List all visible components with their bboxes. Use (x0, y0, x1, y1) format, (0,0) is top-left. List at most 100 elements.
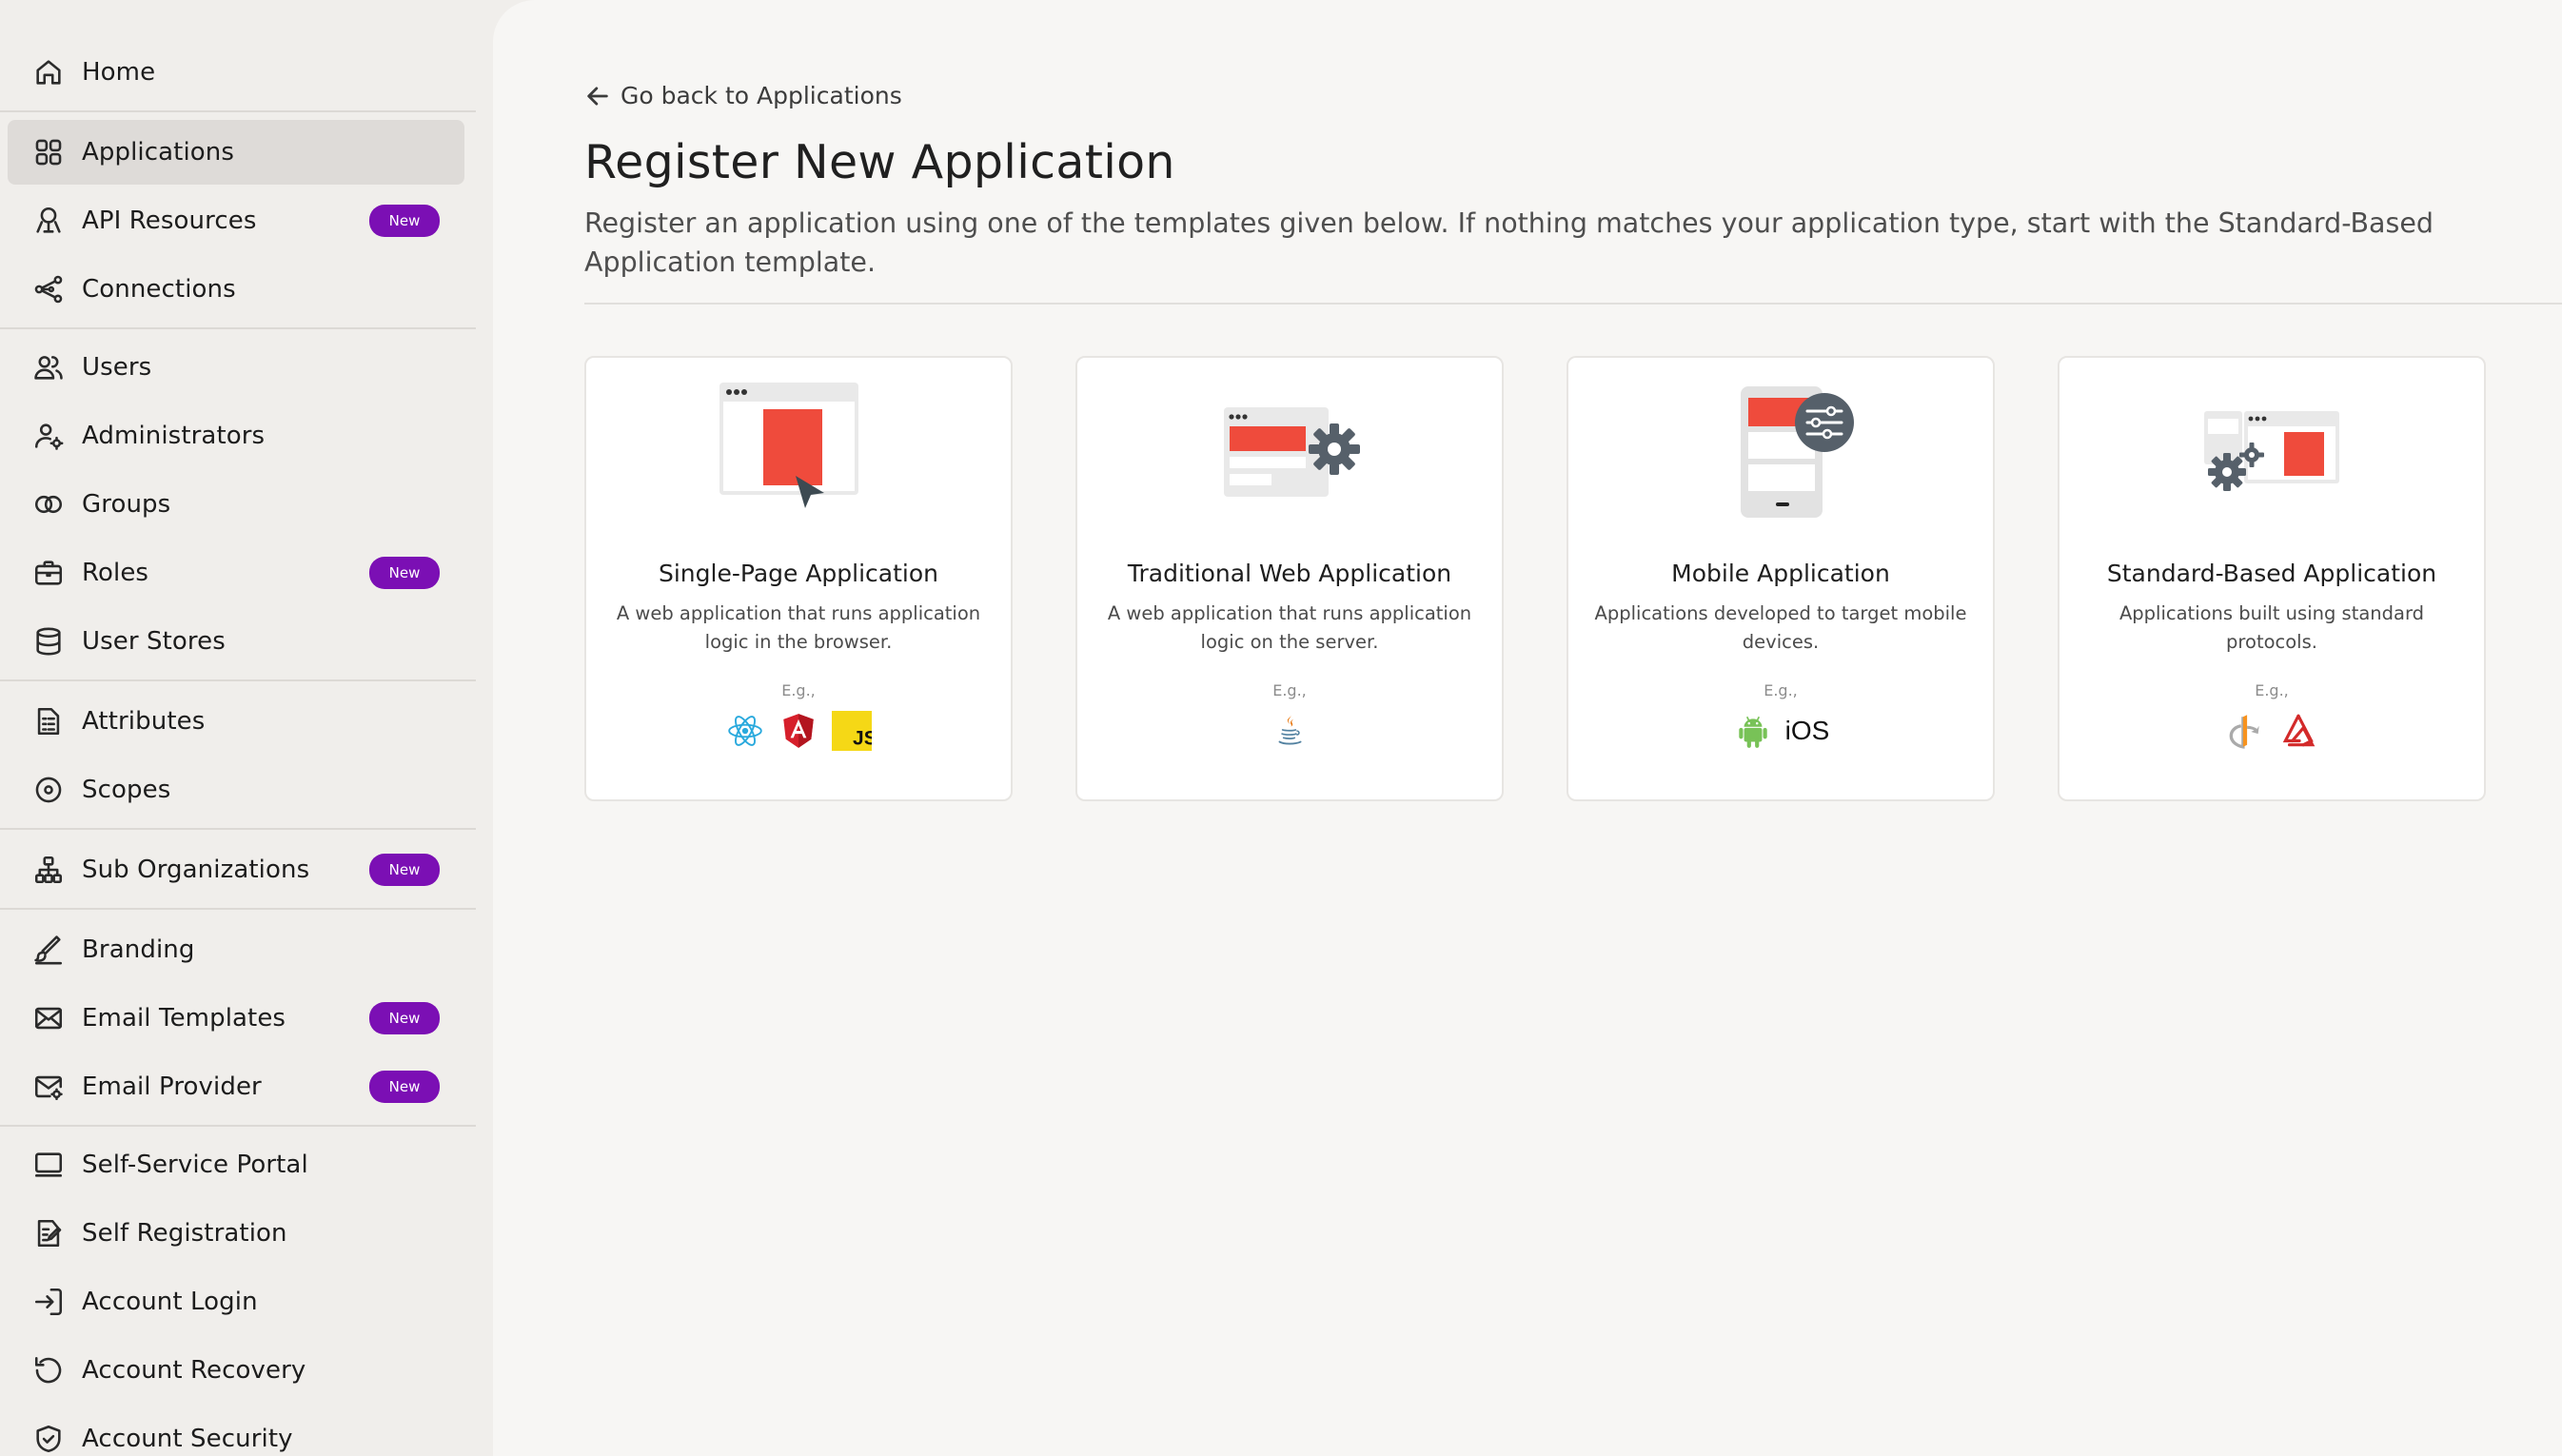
shield-icon (30, 1421, 67, 1456)
template-card-standard-based-application[interactable]: Standard-Based Application Applications … (2058, 356, 2486, 801)
sidebar-divider (0, 908, 476, 910)
page-title: Register New Application (584, 135, 1175, 189)
sidebar-item-label: Home (82, 58, 156, 87)
sidebar-item-home[interactable]: Home (8, 40, 464, 105)
sidebar-item-label: Account Recovery (82, 1356, 306, 1385)
email-templates-icon (30, 1000, 67, 1036)
new-badge: New (369, 205, 440, 237)
openid-icon (2224, 710, 2266, 752)
groups-icon (30, 486, 67, 522)
sidebar-divider (0, 828, 476, 830)
sidebar-item-users[interactable]: Users (8, 335, 464, 400)
sidebar-item-label: Groups (82, 490, 171, 519)
sidebar-item-self-registration[interactable]: Self Registration (8, 1201, 464, 1266)
branding-brush-icon (30, 932, 67, 968)
sidebar-item-label: Account Login (82, 1288, 258, 1316)
back-to-applications-link[interactable]: Go back to Applications (584, 82, 902, 109)
sidebar-divider (0, 327, 476, 329)
sidebar-item-account-login[interactable]: Account Login (8, 1269, 464, 1334)
template-card-single-page-application[interactable]: Single-Page Application A web applicatio… (584, 356, 1013, 801)
card-description: Applications built using standard protoc… (2119, 602, 2425, 653)
sidebar-item-label: Self Registration (82, 1219, 287, 1248)
sidebar-item-account-security[interactable]: Account Security (8, 1407, 464, 1456)
sidebar-item-applications[interactable]: Applications (8, 120, 464, 185)
login-icon (30, 1284, 67, 1320)
card-title: Single-Page Application (658, 560, 939, 587)
card-title: Mobile Application (1671, 560, 1890, 587)
home-icon (30, 54, 67, 90)
javascript-icon: JS (831, 710, 873, 752)
new-badge: New (369, 1071, 440, 1103)
card-title: Standard-Based Application (2106, 560, 2437, 587)
sidebar-item-administrators[interactable]: Administrators (8, 403, 464, 468)
sidebar-divider (0, 679, 476, 681)
sidebar-item-label: Scopes (82, 776, 171, 804)
attributes-icon (30, 703, 67, 739)
sidebar-item-label: Connections (82, 275, 236, 304)
saml-icon (2277, 710, 2319, 752)
sidebar-item-user-stores[interactable]: User Stores (8, 609, 464, 674)
angular-icon (778, 710, 819, 752)
sidebar-item-email-templates[interactable]: Email Templates New (8, 986, 464, 1051)
database-icon (30, 623, 67, 659)
sidebar-item-label: Roles (82, 559, 149, 587)
card-eg-label: E.g., (781, 681, 816, 699)
sidebar-item-self-service-portal[interactable]: Self-Service Portal (8, 1132, 464, 1197)
single-page-app-illustration (719, 383, 858, 508)
connections-icon (30, 271, 67, 307)
sidebar-item-groups[interactable]: Groups (8, 472, 464, 537)
standard-based-app-illustration (2204, 411, 2339, 491)
card-tech-list: iOS (1568, 710, 1993, 752)
users-icon (30, 349, 67, 385)
card-eg-label: E.g., (1272, 681, 1307, 699)
sidebar-item-account-recovery[interactable]: Account Recovery (8, 1338, 464, 1403)
ios-label: iOS (1784, 716, 1830, 745)
sidebar-divider (0, 1125, 476, 1127)
mobile-app-illustration (1741, 386, 1854, 518)
header-divider (584, 303, 2562, 305)
monitor-icon (30, 1147, 67, 1183)
roles-icon (30, 555, 67, 591)
card-description: A web application that runs application … (616, 602, 981, 653)
sidebar-item-label: API Resources (82, 207, 257, 235)
template-card-mobile-application[interactable]: Mobile Application Applications develope… (1567, 356, 1995, 801)
sidebar-item-connections[interactable]: Connections (8, 257, 464, 322)
administrators-icon (30, 418, 67, 454)
sidebar-item-label: Administrators (82, 422, 266, 450)
sidebar-item-label: Email Templates (82, 1004, 286, 1033)
sidebar-item-label: Users (82, 353, 152, 382)
sidebar-item-label: Email Provider (82, 1072, 262, 1101)
sidebar: Home Applications API Resources New Conn… (0, 0, 493, 1456)
page-description: Register an application using one of the… (584, 207, 2434, 278)
traditional-web-app-illustration (1224, 407, 1360, 497)
sidebar-item-sub-organizations[interactable]: Sub Organizations New (8, 837, 464, 902)
scopes-icon (30, 772, 67, 808)
arrow-left-icon (587, 86, 608, 106)
new-badge: New (369, 557, 440, 589)
card-title: Traditional Web Application (1127, 560, 1452, 587)
sub-organizations-icon (30, 852, 67, 888)
card-tech-list (1077, 710, 1502, 752)
new-badge: New (369, 854, 440, 886)
svg-text:JS: JS (853, 728, 872, 750)
sidebar-item-branding[interactable]: Branding (8, 917, 464, 982)
java-icon (1269, 710, 1311, 752)
self-registration-icon (30, 1215, 67, 1251)
new-badge: New (369, 1002, 440, 1034)
sidebar-divider (0, 110, 476, 112)
sidebar-item-api-resources[interactable]: API Resources New (8, 188, 464, 253)
api-resources-icon (30, 203, 67, 239)
sidebar-item-scopes[interactable]: Scopes (8, 758, 464, 822)
card-tech-list: JS (586, 710, 1011, 752)
android-icon (1732, 710, 1774, 752)
sidebar-item-roles[interactable]: Roles New (8, 541, 464, 605)
applications-grid-icon (30, 134, 67, 170)
sidebar-item-attributes[interactable]: Attributes (8, 689, 464, 754)
template-card-traditional-web-application[interactable]: Traditional Web Application A web applic… (1075, 356, 1504, 801)
sidebar-item-email-provider[interactable]: Email Provider New (8, 1054, 464, 1119)
sidebar-item-label: Applications (82, 138, 235, 167)
sidebar-item-label: Sub Organizations (82, 856, 310, 884)
card-description: Applications developed to target mobile … (1594, 602, 1967, 653)
back-link-label: Go back to Applications (621, 82, 902, 109)
sidebar-item-label: Account Security (82, 1425, 293, 1453)
